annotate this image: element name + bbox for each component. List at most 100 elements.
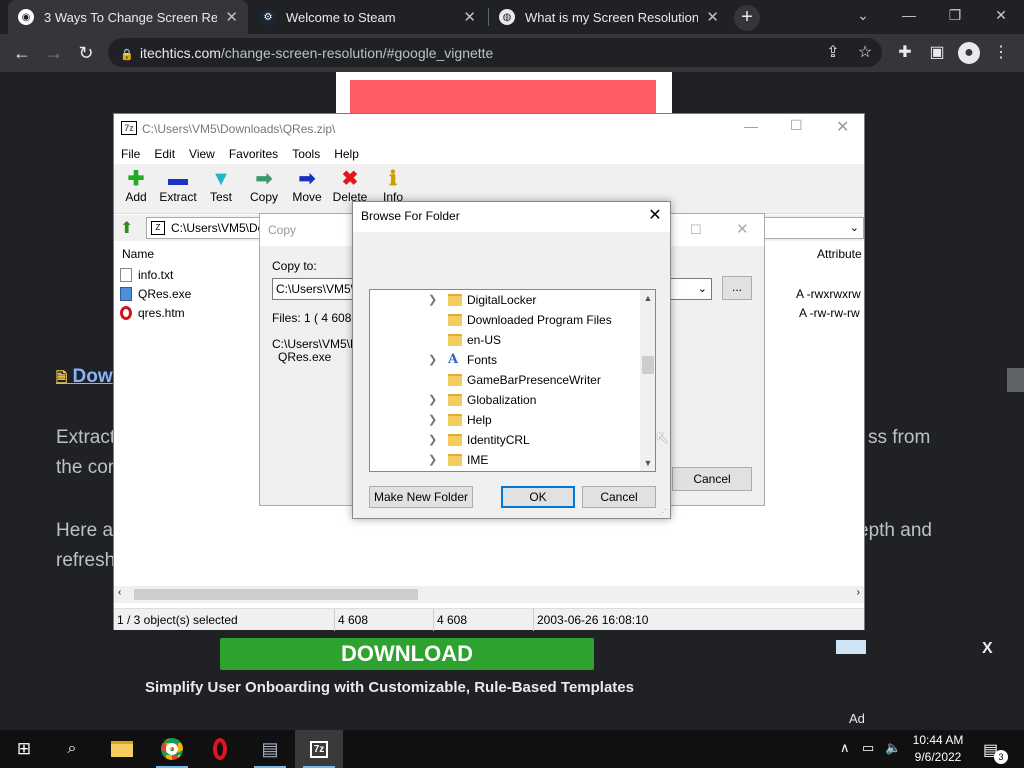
tree-item-globalization[interactable]: ❯ Globalization [370,390,640,410]
menu-tools[interactable]: Tools [285,144,327,164]
tab-change-screen-resolution[interactable]: ◉ 3 Ways To Change Screen Resolution ✕ [8,0,248,34]
profile-avatar-icon[interactable]: ● [958,42,980,64]
close-tab-icon[interactable]: ✕ [225,8,238,26]
maximize-icon[interactable]: ☐ [690,214,702,246]
chevron-right-icon[interactable]: ❯ [428,450,437,470]
info-button[interactable]: ℹ Info [371,168,415,204]
chevron-down-icon[interactable]: ⌄ [698,279,707,299]
restore-window-icon[interactable]: ❐ [932,0,978,30]
forward-icon[interactable]: → [42,41,66,65]
menu-kebab-icon[interactable]: ⋮ [990,42,1012,64]
adchoices-icon[interactable] [836,640,866,654]
taskbar-7zip[interactable]: 7z [295,730,343,768]
page-scrollbar-thumb[interactable] [1007,368,1024,392]
side-panel-icon[interactable]: ▣ [926,42,948,64]
ok-button[interactable]: OK [501,486,575,508]
chevron-right-icon[interactable]: ❯ [428,290,437,310]
tree-item-fonts[interactable]: ❯ A Fonts [370,350,640,370]
top-ad-banner[interactable] [336,72,672,114]
copy-button[interactable]: ➡ Copy [242,168,286,204]
close-tab-icon[interactable]: ✕ [706,8,719,26]
tab-search-icon[interactable]: ⌄ [840,0,886,30]
paragraph-1-line2: the cor [56,457,115,478]
ad-subtitle[interactable]: Simplify User Onboarding with Customizab… [145,679,634,696]
scroll-down-icon[interactable]: ▼ [640,455,655,471]
cancel-button[interactable]: Cancel [672,467,752,491]
taskbar-chrome[interactable] [148,730,196,768]
network-icon[interactable]: ▭ [862,740,874,756]
folder-tree[interactable]: ❯ DigitalLocker Downloaded Program Files … [369,289,656,472]
show-hidden-icons-chevron-icon[interactable]: ∧ [840,740,850,756]
menu-help[interactable]: Help [327,144,366,164]
tab-what-is-my-screen-resolution[interactable]: ◍ What is my Screen Resolution: Find ✕ [489,0,729,34]
tree-item-gamebarpresencewriter[interactable]: GameBarPresenceWriter [370,370,640,390]
close-window-icon[interactable]: ✕ [978,0,1024,30]
column-name-header[interactable]: Name [122,247,154,261]
test-button[interactable]: ▼ Test [199,168,243,204]
bookmark-star-icon[interactable]: ☆ [854,42,876,64]
close-tab-icon[interactable]: ✕ [463,8,476,26]
volume-icon[interactable]: 🔈 [885,740,901,756]
file-row[interactable]: qres.htm [120,304,185,322]
chevron-right-icon[interactable]: ❯ [428,350,437,370]
browse-dialog-titlebar[interactable]: Browse For Folder [353,202,670,232]
close-icon[interactable]: ✕ [643,204,667,228]
tree-vertical-scrollbar[interactable]: ▲ ▼ [640,290,655,471]
back-icon[interactable]: ← [10,41,34,65]
minimize-window-icon[interactable]: — [886,0,932,30]
menu-view[interactable]: View [182,144,222,164]
file-row[interactable]: info.txt [120,266,173,284]
maximize-icon[interactable]: ☐ [790,117,803,134]
browse-folder-button[interactable]: ... [722,276,752,300]
horizontal-scrollbar[interactable]: ‹ › [114,586,864,603]
ad-download-button[interactable]: DOWNLOAD [220,638,594,670]
menu-favorites[interactable]: Favorites [222,144,285,164]
up-folder-icon[interactable]: ⬆ [120,218,133,238]
file-row[interactable]: QRes.exe [120,285,191,303]
minimize-icon[interactable]: — [744,118,758,134]
taskbar-file-explorer[interactable] [98,730,146,768]
tab-steam[interactable]: ⚙ Welcome to Steam ✕ [250,0,486,34]
close-icon[interactable]: ✕ [736,214,749,246]
chevron-right-icon[interactable]: ❯ [428,430,437,450]
start-button[interactable]: ⊞ [0,730,48,768]
address-bar[interactable]: 🔒 itechtics.com/change-screen-resolution… [108,38,882,67]
tree-item-help[interactable]: ❯ Help [370,410,640,430]
cancel-button[interactable]: Cancel [582,486,656,508]
tree-item-ime[interactable]: ❯ IME [370,450,640,470]
close-icon[interactable]: ✕ [836,117,849,137]
taskbar-clock[interactable]: 10:44 AM 9/6/2022 [904,732,972,766]
download-link[interactable]: 🗎 Dow [56,366,113,391]
tree-scrollbar-thumb[interactable] [642,356,654,374]
extract-button[interactable]: ▬ Extract [156,168,200,204]
taskbar-settings-app[interactable]: ▤ [246,730,294,768]
new-tab-button[interactable]: + [734,5,760,31]
scroll-up-icon[interactable]: ▲ [640,290,655,306]
taskbar-opera[interactable] [196,730,244,768]
tree-item-downloaded-program-files[interactable]: Downloaded Program Files [370,310,640,330]
ad-close-button[interactable]: X [982,640,993,658]
column-attributes-header[interactable]: Attribute [817,247,862,261]
sevenzip-titlebar[interactable]: 7z C:\Users\VM5\Downloads\QRes.zip\ — ☐ … [114,114,864,144]
tree-item-identitycrl[interactable]: ❯ IdentityCRL [370,430,640,450]
share-icon[interactable]: ⇪ [822,42,844,64]
chevron-right-icon[interactable]: ❯ [428,410,437,430]
menu-edit[interactable]: Edit [147,144,182,164]
tree-item-digitallocker[interactable]: ❯ DigitalLocker [370,290,640,310]
chevron-down-icon[interactable]: ⌄ [850,218,859,238]
tree-item-en-us[interactable]: en-US [370,330,640,350]
make-new-folder-button[interactable]: Make New Folder [369,486,473,508]
status-selected: 1 / 3 object(s) selected [117,613,238,627]
delete-button[interactable]: ✖ Delete [328,168,372,204]
chevron-right-icon[interactable]: ❯ [428,390,437,410]
horizontal-scrollbar-thumb[interactable] [134,589,418,600]
search-button[interactable]: ⌕ [48,730,96,768]
scroll-left-icon[interactable]: ‹ [118,587,121,598]
resize-grip-icon[interactable]: ⋰ [659,508,667,517]
menu-file[interactable]: File [114,144,147,164]
add-button[interactable]: ✚ Add [114,168,158,204]
extensions-puzzle-icon[interactable]: ✚ [894,42,916,64]
move-button[interactable]: ➡ Move [285,168,329,204]
scroll-right-icon[interactable]: › [857,587,860,598]
reload-icon[interactable]: ↻ [74,41,98,65]
